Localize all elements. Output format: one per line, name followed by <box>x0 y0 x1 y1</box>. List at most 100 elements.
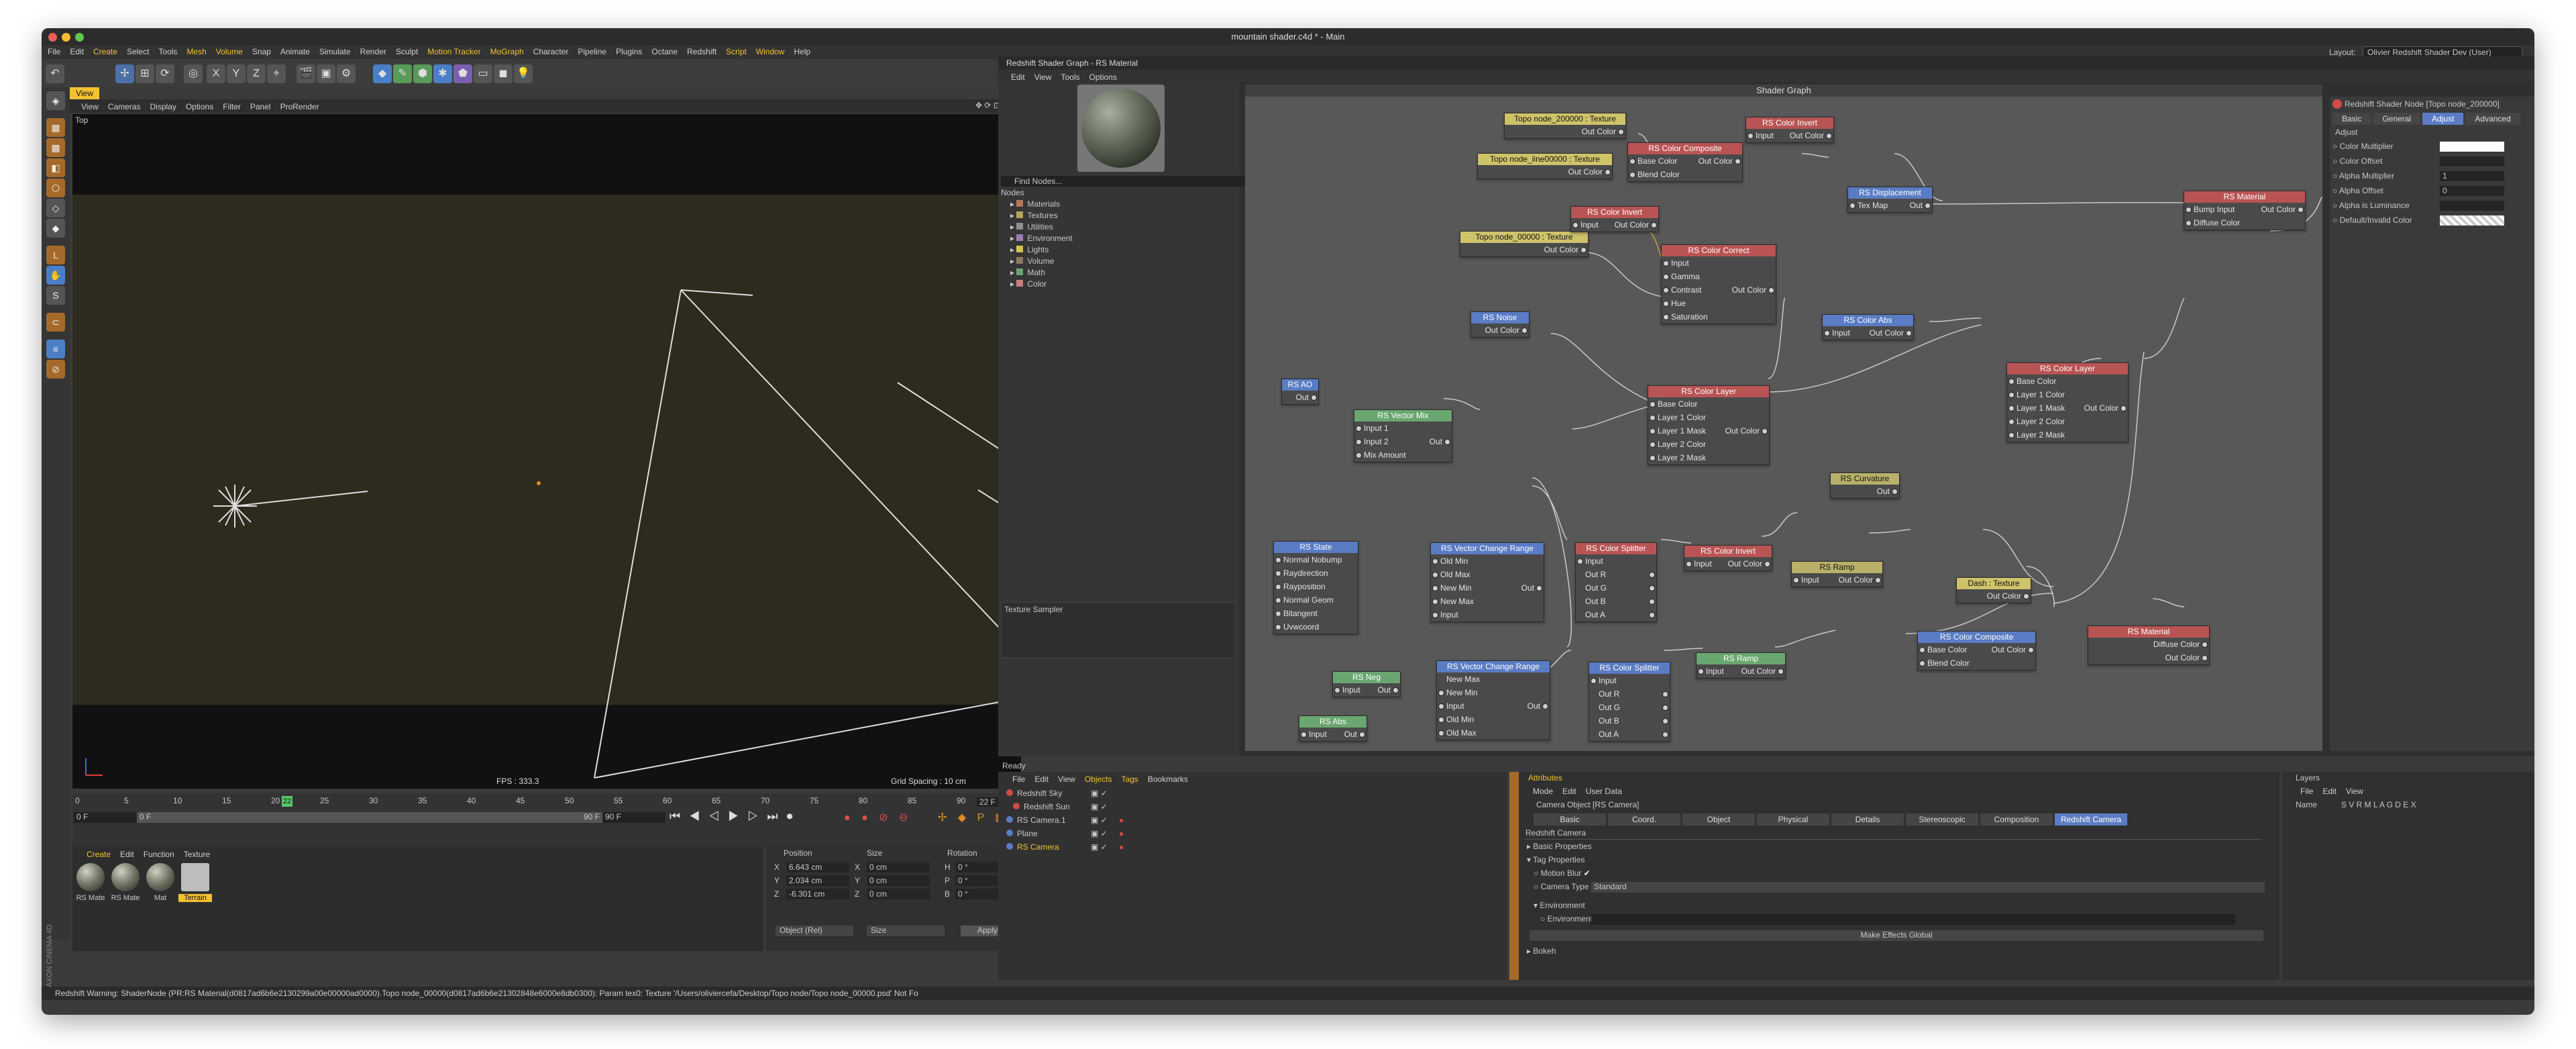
menu-help[interactable]: Help <box>790 46 816 58</box>
magnet-icon[interactable]: ⊂ <box>46 313 65 332</box>
menu-pipeline[interactable]: Pipeline <box>573 46 611 58</box>
output-port[interactable] <box>1662 718 1668 724</box>
input-port[interactable] <box>1356 452 1362 458</box>
basic-properties-group[interactable]: ▸ Basic Properties <box>1527 842 1592 851</box>
node-category-math[interactable]: ▸ Math <box>1010 267 1073 279</box>
visibility-toggle[interactable]: ▣ ✓ <box>1091 827 1108 840</box>
output-port[interactable] <box>1393 687 1399 693</box>
model-mode-icon[interactable]: ▦ <box>46 118 65 137</box>
node-inv1[interactable]: RS Color Invert Input Out Color <box>1746 117 1834 143</box>
object-row[interactable]: RS Camera.1 ▣ ✓ ● <box>1004 813 1500 827</box>
layer-icon[interactable]: ≡ <box>46 340 65 358</box>
attributes-tab-details[interactable]: Details <box>1831 813 1904 826</box>
expand-arrow-icon[interactable]: ▸ <box>1010 211 1016 220</box>
axis-icon[interactable]: L <box>46 246 65 264</box>
input-port[interactable] <box>1438 703 1444 709</box>
output-port[interactable] <box>1359 732 1365 738</box>
output-port[interactable] <box>1875 577 1881 583</box>
node-attr-field[interactable] <box>2440 142 2504 152</box>
input-port[interactable] <box>2186 220 2192 226</box>
texture-mode-icon[interactable]: ▩ <box>46 138 65 157</box>
output-port[interactable] <box>1536 585 1542 591</box>
attributes-tab-composition[interactable]: Composition <box>1980 813 2053 826</box>
input-port[interactable] <box>1650 455 1656 461</box>
node-tex200000[interactable]: Topo node_200000 : Texture Out Color <box>1504 113 1626 139</box>
menu-select[interactable]: Select <box>122 46 154 58</box>
output-port[interactable] <box>1892 489 1898 495</box>
node-vmix[interactable]: RS Vector Mix Input 1 Input 2 Out Mix Amount <box>1354 409 1452 462</box>
menu-tools[interactable]: Tools <box>154 46 182 58</box>
render-view-icon[interactable]: 🎬 <box>297 64 315 83</box>
object-menu-tags[interactable]: Tags <box>1117 773 1143 785</box>
input-port[interactable] <box>2008 432 2015 438</box>
node-comp2[interactable]: RS Color Composite Base Color Out Color Ble… <box>1917 631 2036 670</box>
output-port[interactable] <box>1768 287 1774 293</box>
points-mode-icon[interactable]: ⬡ <box>46 179 65 197</box>
input-port[interactable] <box>1438 730 1444 736</box>
menu-motion-tracker[interactable]: Motion Tracker <box>423 46 485 58</box>
coordinate-value-field[interactable]: 0 ° <box>955 889 1005 899</box>
input-port[interactable] <box>2008 392 2015 398</box>
environment-link-field[interactable] <box>1591 914 2235 925</box>
input-port[interactable] <box>1919 660 1925 666</box>
input-port[interactable] <box>1432 599 1438 605</box>
output-port[interactable] <box>1662 732 1668 738</box>
output-port[interactable] <box>1925 203 1931 209</box>
object-row[interactable]: RS Camera ▣ ✓ ● <box>1004 840 1500 854</box>
menu-mesh[interactable]: Mesh <box>182 46 211 58</box>
menu-edit[interactable]: Edit <box>65 46 89 58</box>
object-row[interactable]: Plane ▣ ✓ ● <box>1004 827 1500 840</box>
input-port[interactable] <box>1275 611 1281 617</box>
lock-workplane-icon[interactable]: ⊘ <box>46 360 65 379</box>
input-port[interactable] <box>1698 668 1704 675</box>
node-abs1[interactable]: RS Color Abs Input Out Color <box>1822 314 1914 340</box>
record-keys-icons[interactable]: ● ● ⊘ ⊖ <box>844 811 912 824</box>
animate-dot-icon[interactable]: ○ <box>2332 142 2340 151</box>
menu-window[interactable]: Window <box>751 46 790 58</box>
node-vcr1[interactable]: RS Vector Change Range Old Min Old Max New … <box>1430 542 1544 622</box>
attributes-tab-stereoscopic[interactable]: Stereoscopic <box>1906 813 1978 826</box>
attributes-tab-basic[interactable]: Basic <box>1534 813 1606 826</box>
expand-arrow-icon[interactable]: ▸ <box>1010 279 1016 289</box>
node-ramp1[interactable]: RS Ramp Input Out Color <box>1791 561 1883 587</box>
viewport-menu-options[interactable]: Options <box>181 101 218 113</box>
menu-simulate[interactable]: Simulate <box>315 46 356 58</box>
input-port[interactable] <box>1356 426 1362 432</box>
input-port[interactable] <box>1572 222 1578 228</box>
attributes-menu-mode[interactable]: Mode <box>1528 785 1558 797</box>
node-state[interactable]: RS State Normal Nobump Raydirection Rayposi… <box>1273 541 1358 634</box>
input-port[interactable] <box>1432 612 1438 618</box>
coordinate-mode-select[interactable]: Object (Rel) <box>775 926 853 936</box>
output-port[interactable] <box>1735 158 1741 164</box>
node-attr-field[interactable] <box>2440 156 2504 166</box>
input-port[interactable] <box>1301 732 1307 738</box>
motion-blur-checkbox[interactable]: ✔ <box>1584 868 1591 878</box>
node-layer1[interactable]: RS Color Layer Base Color Layer 1 Color Lay… <box>2006 362 2129 442</box>
size-mode-select[interactable]: Size <box>867 926 945 936</box>
output-port[interactable] <box>1651 222 1657 228</box>
object-menu-view[interactable]: View <box>1053 773 1080 785</box>
object-menu-edit[interactable]: Edit <box>1030 773 1053 785</box>
input-port[interactable] <box>1650 415 1656 421</box>
input-port[interactable] <box>2008 379 2015 385</box>
find-nodes-input[interactable]: Find Nodes... <box>1001 176 1248 187</box>
viewport[interactable]: Top FPS : 333.3 Grid Spacing: 10 cm <box>72 114 1021 789</box>
make-editable-icon[interactable]: ◈ <box>46 91 65 110</box>
node-inv3[interactable]: RS Color Invert Input Out Color <box>1684 545 1772 571</box>
output-port[interactable] <box>1605 169 1611 175</box>
node-attr-tab-adjust[interactable]: Adjust <box>2422 113 2464 125</box>
node-category-textures[interactable]: ▸ Textures <box>1010 210 1073 221</box>
bokeh-group[interactable]: ▸ Bokeh <box>1527 946 1556 956</box>
output-port[interactable] <box>1762 428 1768 434</box>
animate-dot-icon[interactable]: ○ <box>2332 186 2339 195</box>
output-port[interactable] <box>1649 612 1655 618</box>
input-port[interactable] <box>1748 133 1754 139</box>
cube-icon[interactable]: ◆ <box>373 64 392 83</box>
input-port[interactable] <box>1577 558 1583 564</box>
animate-dot-icon[interactable]: ○ <box>2332 171 2339 181</box>
visibility-toggle[interactable]: ▣ ✓ <box>1091 800 1108 813</box>
node-category-volume[interactable]: ▸ Volume <box>1010 256 1073 267</box>
visibility-toggle[interactable]: ▣ ✓ <box>1091 787 1108 800</box>
input-port[interactable] <box>1824 330 1830 336</box>
menu-sculpt[interactable]: Sculpt <box>391 46 423 58</box>
